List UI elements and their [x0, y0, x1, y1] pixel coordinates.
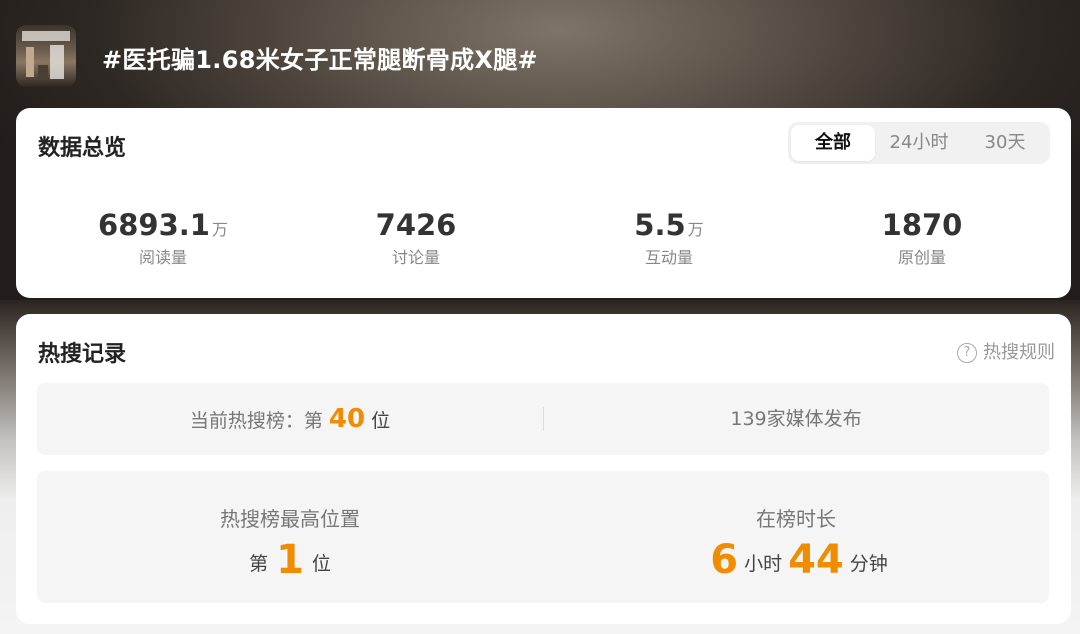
duration-hours: 6 [710, 537, 739, 583]
question-icon: ? [957, 343, 977, 363]
highest-rank-suffix: 位 [311, 553, 331, 575]
stat-originals: 1870 原创量 [822, 208, 1022, 268]
stat-unit: 万 [211, 220, 228, 239]
tab-all[interactable]: 全部 [791, 125, 875, 161]
stat-discussions: 7426 讨论量 [316, 208, 516, 268]
time-range-tabs: 全部 24小时 30天 [788, 122, 1050, 164]
stat-label: 原创量 [897, 248, 946, 267]
stat-unit: 万 [687, 220, 704, 239]
current-rank-row: 当前热搜榜：第 40 位 139家媒体发布 [37, 383, 1049, 455]
topic-thumbnail[interactable] [16, 25, 76, 87]
current-rank-number: 40 [328, 404, 366, 434]
rules-label: 热搜规则 [983, 342, 1055, 363]
stat-label: 讨论量 [391, 248, 440, 267]
tab-24h[interactable]: 24小时 [878, 125, 960, 161]
topic-title: #医托骗1.68米女子正常腿断骨成X腿# [102, 46, 538, 74]
hours-unit: 小时 [744, 553, 783, 575]
media-count-link[interactable]: 139家媒体发布 [543, 383, 1049, 455]
hot-search-rules-link[interactable]: ? 热搜规则 [957, 338, 1055, 364]
duration-value: 6 小时 44 分钟 [543, 537, 1049, 583]
stat-value: 6893.1 [98, 208, 210, 242]
hot-search-title: 热搜记录 [38, 342, 127, 367]
highest-rank-number: 1 [276, 537, 304, 583]
data-overview-card: 数据总览 全部 24小时 30天 6893.1 万 阅读量 7426 讨论量 5.… [16, 108, 1071, 298]
stat-value: 5.5 [634, 208, 686, 242]
stat-label: 阅读量 [138, 248, 187, 267]
stat-value: 1870 [881, 208, 963, 242]
highest-rank-title: 热搜榜最高位置 [220, 507, 360, 531]
current-rank-suffix: 位 [371, 410, 391, 432]
stat-interactions: 5.5 万 互动量 [569, 208, 769, 268]
highest-rank-prefix: 第 [249, 553, 269, 575]
stat-label: 互动量 [644, 248, 693, 267]
highest-rank-value: 第1位 [37, 537, 543, 583]
hot-search-card: 热搜记录 ? 热搜规则 当前热搜榜：第 40 位 139家媒体发布 热搜榜最高位置 第… [16, 314, 1071, 624]
overview-title: 数据总览 [38, 136, 127, 161]
hot-search-stats-row: 热搜榜最高位置 第1位 在榜时长 6 小时 44 分钟 [37, 471, 1049, 603]
tab-30d[interactable]: 30天 [964, 125, 1046, 161]
stat-reads: 6893.1 万 阅读量 [63, 208, 263, 268]
topic-header: #医托骗1.68米女子正常腿断骨成X腿# [0, 0, 1080, 108]
minutes-unit: 分钟 [849, 553, 888, 575]
current-rank-prefix: 当前热搜榜：第 [189, 410, 323, 432]
current-rank: 当前热搜榜：第 40 位 [37, 383, 543, 457]
duration-title: 在榜时长 [756, 507, 836, 531]
stat-value: 7426 [375, 208, 457, 242]
duration-minutes: 44 [788, 537, 844, 583]
